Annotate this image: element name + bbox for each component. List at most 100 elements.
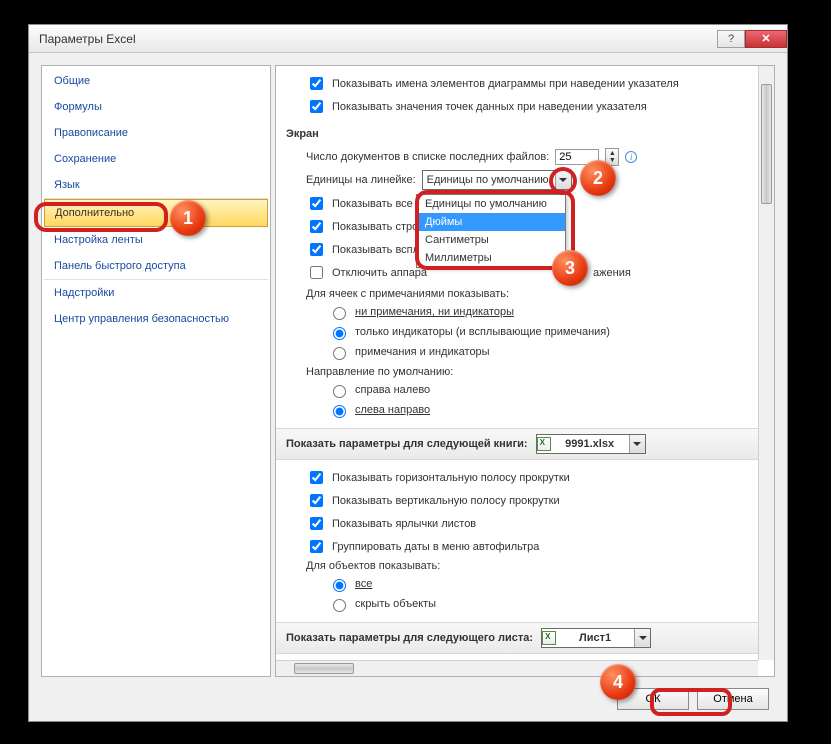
radio-obj-all[interactable] (333, 579, 346, 592)
close-button[interactable]: ✕ (745, 30, 787, 48)
radio-obj-hide[interactable] (333, 599, 346, 612)
chk-label: Показывать горизонтальную полосу прокрут… (332, 472, 570, 484)
recent-files-input[interactable] (555, 149, 599, 165)
comments-label: Для ячеек с примечаниями показывать: (306, 288, 509, 300)
window-controls: ? ✕ (717, 30, 787, 48)
sidebar: Общие Формулы Правописание Сохранение Яз… (41, 65, 271, 677)
sidebar-item-label: Правописание (54, 127, 128, 139)
ok-button[interactable]: ОК (617, 688, 689, 710)
dialog-body: Общие Формулы Правописание Сохранение Яз… (29, 53, 787, 677)
sidebar-item-addins[interactable]: Надстройки (44, 280, 268, 306)
sidebar-item-general[interactable]: Общие (44, 68, 268, 94)
chk-hscroll[interactable] (310, 471, 323, 484)
objects-label: Для объектов показывать: (306, 560, 440, 572)
recent-files-spinner[interactable]: ▲▼ (605, 148, 619, 166)
sidebar-item-label: Сохранение (54, 153, 116, 165)
chevron-down-icon (634, 629, 650, 647)
chk-label: Показывать строку (332, 221, 429, 233)
section-screen: Экран (286, 118, 750, 146)
horizontal-scrollbar[interactable] (276, 660, 758, 676)
direction-label: Направление по умолчанию: (306, 366, 453, 378)
content-pane: Показывать имена элементов диаграммы при… (275, 65, 775, 677)
radio-label: примечания и индикаторы (355, 346, 490, 358)
radio-comments-indicators[interactable] (333, 327, 346, 340)
chk-group-dates[interactable] (310, 540, 323, 553)
chk-diagram-names[interactable] (310, 77, 323, 90)
sidebar-item-language[interactable]: Язык (44, 172, 268, 199)
dropdown-value: Единицы по умолчанию (423, 174, 553, 186)
chk-formula-bar[interactable] (310, 220, 323, 233)
ruler-option-inches[interactable]: Дюймы (417, 213, 565, 231)
recent-files-label: Число документов в списке последних файл… (306, 151, 549, 163)
sidebar-item-formulas[interactable]: Формулы (44, 94, 268, 120)
chevron-down-icon (629, 435, 645, 453)
radio-dir-rtl[interactable] (333, 385, 346, 398)
chk-all-windows[interactable] (310, 197, 323, 210)
scroll-thumb[interactable] (294, 663, 354, 674)
sidebar-item-advanced[interactable]: Дополнительно (44, 199, 268, 227)
section-book: Показать параметры для следующей книги: … (276, 428, 758, 460)
radio-dir-ltr[interactable] (333, 405, 346, 418)
sidebar-item-label: Центр управления безопасностью (54, 313, 229, 325)
chk-label: Показывать вертикальную полосу прокрутки (332, 495, 560, 507)
radio-label: все (355, 578, 372, 590)
sidebar-item-label: Язык (54, 179, 80, 191)
ruler-option-default[interactable]: Единицы по умолчанию (417, 195, 565, 213)
ruler-option-cm[interactable]: Сантиметры (417, 231, 565, 249)
sidebar-item-label: Панель быстрого доступа (54, 260, 186, 272)
radio-comments-both[interactable] (333, 347, 346, 360)
chk-label: Показывать вспль (332, 244, 425, 256)
sidebar-item-ribbon[interactable]: Настройка ленты (44, 227, 268, 253)
cancel-button[interactable]: Отмена (697, 688, 769, 710)
chk-data-points[interactable] (310, 100, 323, 113)
sidebar-item-label: Надстройки (54, 287, 114, 299)
chk-label-tail: ажения (593, 267, 631, 279)
dialog-footer: ОК Отмена (29, 677, 787, 721)
vertical-scrollbar[interactable] (758, 66, 774, 660)
dialog-title: Параметры Excel (39, 32, 136, 46)
scroll-thumb[interactable] (761, 84, 772, 204)
dropdown-value: 9991.xlsx (561, 438, 618, 450)
sidebar-item-label: Общие (54, 75, 90, 87)
ruler-units-popup: Единицы по умолчанию Дюймы Сантиметры Ми… (416, 194, 566, 268)
radio-comments-none[interactable] (333, 307, 346, 320)
info-icon[interactable]: i (625, 151, 637, 163)
sheet-dropdown[interactable]: Лист1 (541, 628, 651, 648)
sidebar-item-save[interactable]: Сохранение (44, 146, 268, 172)
radio-label: ни примечания, ни индикаторы (355, 306, 514, 318)
radio-label: скрыть объекты (355, 598, 436, 610)
content-scroll: Показывать имена элементов диаграммы при… (276, 66, 758, 660)
ruler-units-label: Единицы на линейке: (306, 174, 416, 186)
chk-label: Отключить аппара (332, 267, 427, 279)
sidebar-item-label: Дополнительно (55, 207, 134, 219)
chevron-down-icon (555, 171, 571, 189)
ruler-option-mm[interactable]: Миллиметры (417, 249, 565, 267)
section-sheet: Показать параметры для следующего листа:… (276, 622, 758, 654)
chk-vscroll[interactable] (310, 494, 323, 507)
titlebar: Параметры Excel ? ✕ (29, 25, 787, 53)
sidebar-item-proofing[interactable]: Правописание (44, 120, 268, 146)
sidebar-item-trust-center[interactable]: Центр управления безопасностью (44, 306, 268, 332)
excel-icon (542, 631, 556, 645)
help-button[interactable]: ? (717, 30, 745, 48)
excel-icon (537, 437, 551, 451)
ruler-units-dropdown[interactable]: Единицы по умолчанию (422, 170, 572, 190)
sidebar-item-label: Формулы (54, 101, 102, 113)
excel-options-dialog: Параметры Excel ? ✕ Общие Формулы Правоп… (28, 24, 788, 722)
radio-label: слева направо (355, 404, 430, 416)
chk-tooltips[interactable] (310, 243, 323, 256)
book-dropdown[interactable]: 9991.xlsx (536, 434, 646, 454)
sidebar-item-quick-access[interactable]: Панель быстрого доступа (44, 253, 268, 280)
chk-disable-hw[interactable] (310, 266, 323, 279)
chk-label: Группировать даты в меню автофильтра (332, 541, 539, 553)
chk-label: Показывать ярлычки листов (332, 518, 476, 530)
section-label: Показать параметры для следующей книги: (286, 438, 528, 450)
section-label: Показать параметры для следующего листа: (286, 632, 533, 644)
dropdown-value: Лист1 (575, 632, 615, 644)
radio-label: справа налево (355, 384, 430, 396)
chk-label: Показывать значения точек данных при нав… (332, 101, 647, 113)
radio-label: только индикаторы (и всплывающие примеча… (355, 326, 610, 338)
chk-sheet-tabs[interactable] (310, 517, 323, 530)
chk-label: Показывать имена элементов диаграммы при… (332, 78, 679, 90)
sidebar-item-label: Настройка ленты (54, 234, 143, 246)
